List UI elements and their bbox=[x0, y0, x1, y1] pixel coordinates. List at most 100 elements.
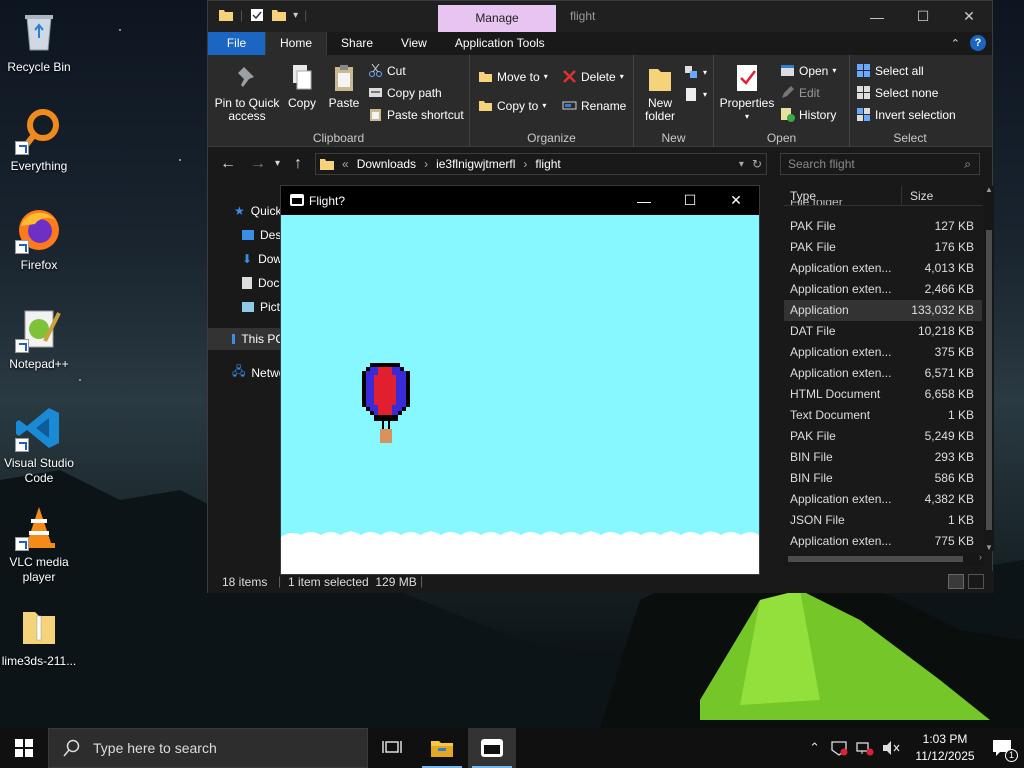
desktop-icon-label: VLC media player bbox=[9, 555, 69, 584]
column-header-size[interactable]: Size bbox=[902, 186, 982, 205]
properties-button[interactable]: Properties ▾ bbox=[718, 63, 776, 123]
vertical-scrollbar[interactable]: ▲ ▼ bbox=[984, 185, 994, 552]
qat-dropdown-icon[interactable]: ▾ bbox=[293, 10, 298, 21]
zip-folder-icon bbox=[15, 602, 63, 650]
explorer-titlebar[interactable]: | ▾ | Manage flight — ☐ ✕ bbox=[208, 1, 992, 32]
tab-manage[interactable]: Manage bbox=[438, 5, 556, 32]
desktop-icon-recycle-bin[interactable]: Recycle Bin bbox=[0, 8, 78, 75]
desktop-icon-notepadpp[interactable]: Notepad++ bbox=[0, 305, 78, 372]
properties-check-icon[interactable] bbox=[249, 7, 265, 23]
clock[interactable]: 1:03 PM 11/12/2025 bbox=[910, 731, 980, 765]
edit-button[interactable]: Edit bbox=[780, 85, 820, 100]
cut-button[interactable]: Cut bbox=[368, 63, 406, 78]
scroll-right-icon[interactable]: › bbox=[979, 552, 982, 562]
breadcrumb-flight[interactable]: flight bbox=[535, 157, 560, 171]
paste-shortcut-button[interactable]: Paste shortcut bbox=[368, 107, 464, 122]
scrollbar-thumb[interactable] bbox=[986, 230, 992, 530]
copy-to-button[interactable]: Copy to ▾ bbox=[478, 98, 546, 113]
file-row[interactable]: PAK File 176 KB bbox=[784, 237, 982, 258]
show-hidden-icons-chevron-icon[interactable]: ⌃ bbox=[809, 740, 820, 756]
back-arrow-icon[interactable]: ← bbox=[220, 155, 236, 173]
tab-file[interactable]: File bbox=[208, 32, 265, 55]
desktop-icon-firefox[interactable]: Firefox bbox=[0, 206, 78, 273]
recent-locations-chevron-icon[interactable]: ▾ bbox=[275, 158, 280, 169]
taskbar-file-explorer[interactable] bbox=[418, 728, 466, 768]
taskbar-search-box[interactable]: Type here to search bbox=[48, 728, 368, 768]
file-row[interactable]: Application exten... 4,382 KB bbox=[784, 489, 982, 510]
minimize-button[interactable]: — bbox=[854, 1, 900, 32]
file-row[interactable]: Application exten... 375 KB bbox=[784, 342, 982, 363]
scrollbar-thumb[interactable] bbox=[788, 556, 963, 562]
desktop-icon-vlc[interactable]: VLC media player bbox=[0, 503, 78, 585]
open-button[interactable]: Open ▾ bbox=[780, 63, 836, 78]
maximize-button[interactable]: ☐ bbox=[900, 1, 946, 32]
flight-titlebar[interactable]: Flight? — ☐ ✕ bbox=[281, 186, 759, 215]
flight-maximize-button[interactable]: ☐ bbox=[667, 186, 713, 215]
desktop-icon-everything[interactable]: Everything bbox=[0, 107, 78, 174]
address-bar[interactable]: « Downloads › ie3flnigwjtmerfl › flight … bbox=[315, 153, 767, 175]
column-header-type[interactable]: Type bbox=[784, 186, 902, 205]
rename-button[interactable]: Rename bbox=[562, 98, 626, 113]
horizontal-scrollbar[interactable]: › bbox=[784, 552, 984, 566]
file-row[interactable]: DAT File 10,218 KB bbox=[784, 321, 982, 342]
pin-quick-access-button[interactable]: Pin to Quick access bbox=[214, 63, 280, 123]
tab-home[interactable]: Home bbox=[265, 32, 328, 55]
close-button[interactable]: ✕ bbox=[946, 1, 992, 32]
breadcrumb-ie3flnigwjtmerfl[interactable]: ie3flnigwjtmerfl bbox=[436, 157, 515, 171]
network-icon[interactable] bbox=[856, 740, 874, 756]
file-row[interactable]: Application exten... 4,013 KB bbox=[784, 258, 982, 279]
select-all-button[interactable]: Select all bbox=[856, 63, 924, 78]
start-button[interactable] bbox=[0, 728, 48, 768]
taskbar-flight-app[interactable] bbox=[468, 728, 516, 768]
paste-button[interactable]: Paste bbox=[326, 63, 362, 110]
search-input[interactable]: Search flight ⌕ bbox=[780, 153, 980, 175]
copy-button[interactable]: Copy bbox=[284, 63, 320, 110]
defender-security-icon[interactable] bbox=[830, 740, 848, 756]
desktop-icon-lime3ds[interactable]: lime3ds-211... bbox=[0, 602, 78, 669]
new-item-button[interactable]: ▾ bbox=[684, 65, 707, 80]
file-row[interactable]: BIN File 293 KB bbox=[784, 447, 982, 468]
new-folder-button[interactable]: New folder bbox=[640, 63, 680, 123]
breadcrumb-overflow[interactable]: « bbox=[342, 157, 349, 171]
nav-this-pc[interactable]: This PC bbox=[208, 328, 284, 350]
select-none-button[interactable]: Select none bbox=[856, 85, 938, 100]
desktop-icon-vscode[interactable]: Visual Studio Code bbox=[0, 404, 78, 486]
address-dropdown-icon[interactable]: ▾ bbox=[739, 159, 744, 170]
help-icon[interactable]: ? bbox=[970, 35, 986, 51]
file-row[interactable]: Text Document 1 KB bbox=[784, 405, 982, 426]
up-arrow-icon[interactable]: ↑ bbox=[294, 155, 302, 173]
file-row[interactable]: PAK File 5,249 KB bbox=[784, 426, 982, 447]
delete-button[interactable]: Delete ▾ bbox=[562, 69, 624, 84]
scroll-down-icon[interactable]: ▼ bbox=[985, 543, 993, 552]
game-canvas[interactable] bbox=[281, 215, 759, 574]
file-row[interactable]: Application exten... 2,466 KB bbox=[784, 279, 982, 300]
tab-view[interactable]: View bbox=[387, 32, 441, 55]
details-view-icon[interactable] bbox=[948, 574, 964, 589]
file-row[interactable]: HTML Document 6,658 KB bbox=[784, 384, 982, 405]
file-row[interactable]: Application 133,032 KB bbox=[784, 300, 982, 321]
flight-minimize-button[interactable]: — bbox=[621, 186, 667, 215]
file-row[interactable]: Application exten... 775 KB bbox=[784, 531, 982, 551]
flight-close-button[interactable]: ✕ bbox=[713, 186, 759, 215]
collapse-ribbon-icon[interactable]: ⌃ bbox=[951, 37, 960, 50]
file-row[interactable]: BIN File 586 KB bbox=[784, 468, 982, 489]
tab-application-tools[interactable]: Application Tools bbox=[441, 32, 559, 55]
move-to-button[interactable]: Move to ▾ bbox=[478, 69, 548, 84]
forward-arrow-icon[interactable]: → bbox=[250, 155, 266, 173]
file-row[interactable]: PAK File 127 KB bbox=[784, 216, 982, 237]
large-icons-view-icon[interactable] bbox=[968, 574, 984, 589]
file-row[interactable]: JSON File 1 KB bbox=[784, 510, 982, 531]
easy-access-button[interactable]: ▾ bbox=[684, 87, 707, 102]
invert-selection-button[interactable]: Invert selection bbox=[856, 107, 956, 122]
history-button[interactable]: History bbox=[780, 107, 836, 122]
breadcrumb-downloads[interactable]: Downloads bbox=[357, 157, 416, 171]
refresh-icon[interactable]: ↻ bbox=[752, 157, 762, 171]
volume-muted-icon[interactable] bbox=[882, 740, 900, 756]
task-view-button[interactable] bbox=[368, 728, 416, 768]
copy-path-button[interactable]: Copy path bbox=[368, 85, 442, 100]
new-folder-icon[interactable] bbox=[271, 7, 287, 23]
file-row[interactable]: Application exten... 6,571 KB bbox=[784, 363, 982, 384]
action-center-button[interactable]: 1 bbox=[980, 728, 1024, 768]
scroll-up-icon[interactable]: ▲ bbox=[985, 185, 993, 194]
tab-share[interactable]: Share bbox=[327, 32, 387, 55]
